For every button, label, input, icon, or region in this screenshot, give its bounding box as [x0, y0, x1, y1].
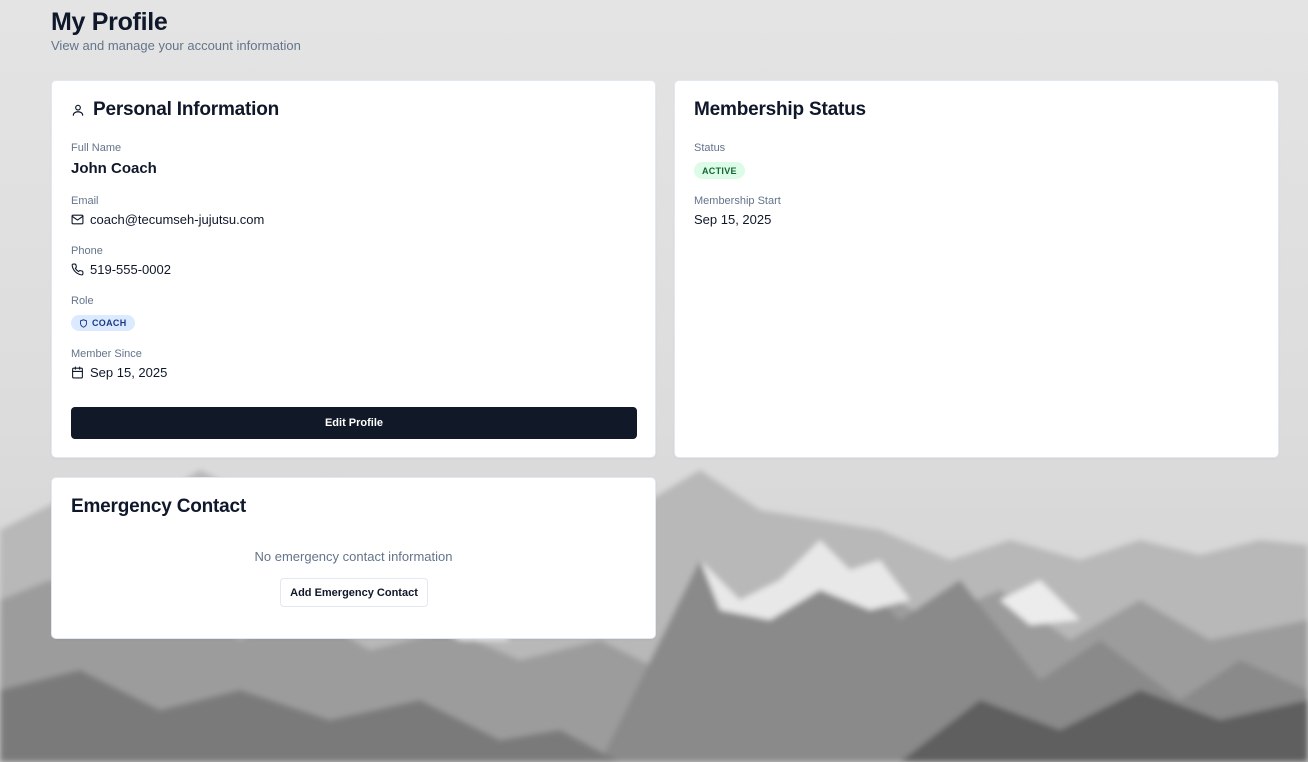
mail-icon [71, 213, 84, 226]
role-value: COACH [92, 318, 127, 328]
email-label: Email [71, 195, 99, 207]
full-name-value: John Coach [71, 160, 157, 177]
member-since-row: Sep 15, 2025 [71, 365, 167, 380]
membership-status-title: Membership Status [694, 99, 866, 120]
emergency-contact-title: Emergency Contact [71, 496, 247, 517]
email-value: coach@tecumseh-jujutsu.com [90, 212, 265, 227]
role-badge: COACH [71, 315, 135, 331]
page-title: My Profile [51, 8, 168, 36]
phone-value: 519-555-0002 [90, 262, 171, 277]
emergency-empty-text: No emergency contact information [254, 549, 453, 564]
role-label: Role [71, 295, 94, 307]
membership-start-value: Sep 15, 2025 [694, 212, 772, 227]
page-subtitle: View and manage your account information [51, 38, 301, 53]
member-since-value: Sep 15, 2025 [90, 365, 168, 380]
status-badge: ACTIVE [694, 162, 745, 179]
edit-profile-button[interactable]: Edit Profile [71, 407, 637, 439]
personal-information-title: Personal Information [93, 99, 280, 120]
shield-icon [79, 318, 88, 328]
phone-label: Phone [71, 245, 103, 257]
emergency-contact-card: Emergency Contact No emergency contact i… [51, 477, 656, 639]
personal-information-heading: Personal Information [71, 99, 279, 121]
membership-status-card: Membership Status Status ACTIVE Membersh… [674, 80, 1279, 458]
calendar-icon [71, 366, 84, 379]
add-emergency-contact-button[interactable]: Add Emergency Contact [280, 578, 428, 607]
user-icon [71, 103, 85, 117]
phone-row: 519-555-0002 [71, 262, 171, 277]
member-since-label: Member Since [71, 348, 142, 360]
membership-start-label: Membership Start [694, 195, 781, 207]
full-name-label: Full Name [71, 142, 122, 154]
email-row: coach@tecumseh-jujutsu.com [71, 212, 264, 227]
status-label: Status [694, 142, 726, 154]
phone-icon [71, 263, 84, 276]
personal-information-card: Personal Information Full Name John Coac… [51, 80, 656, 458]
